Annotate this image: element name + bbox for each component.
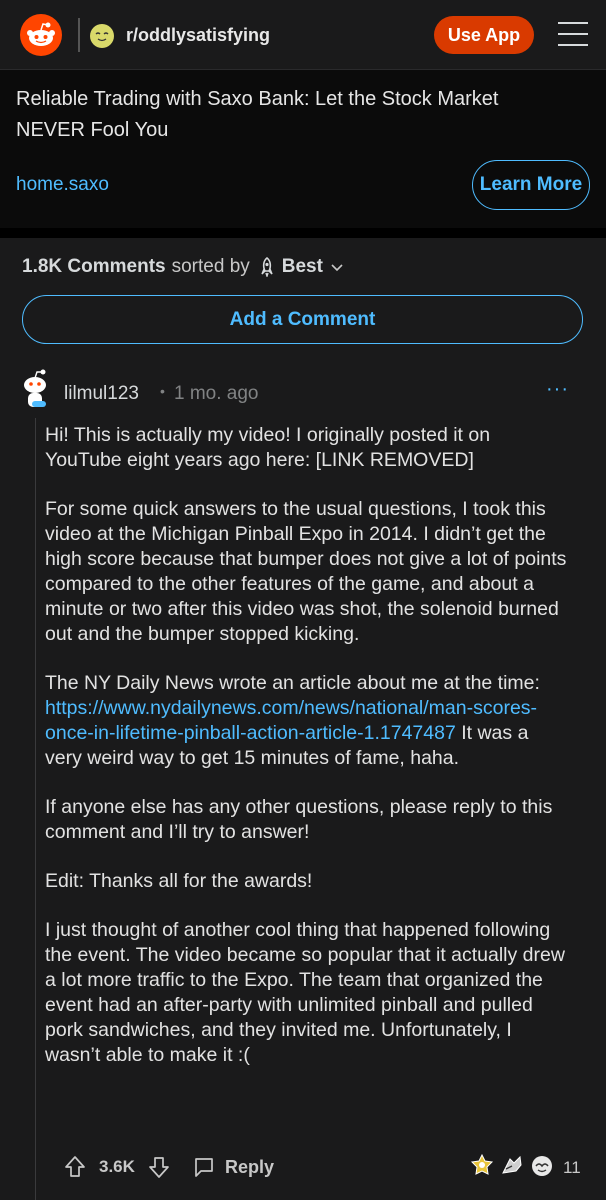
sort-option[interactable]: Best bbox=[282, 256, 323, 278]
meta-separator: • bbox=[160, 383, 165, 399]
subreddit-icon[interactable] bbox=[90, 24, 114, 48]
ad-domain[interactable]: home.saxo bbox=[16, 174, 109, 196]
thread-line[interactable] bbox=[35, 418, 36, 1200]
comment-timestamp: 1 mo. ago bbox=[174, 383, 259, 404]
top-bar: r/oddlysatisfying Use App bbox=[0, 0, 606, 70]
reddit-logo-icon[interactable] bbox=[20, 14, 62, 56]
comment-author[interactable]: lilmul123 bbox=[64, 383, 139, 405]
comment-paragraph: For some quick answers to the usual ques… bbox=[45, 498, 567, 645]
downvote-icon[interactable] bbox=[148, 1155, 170, 1179]
comments-section: 1.8K Comments sorted by Best Add a Comme… bbox=[0, 238, 606, 1200]
award-count: 11 bbox=[563, 1158, 581, 1177]
ad-title[interactable]: Reliable Trading with Saxo Bank: Let the… bbox=[16, 84, 536, 146]
comment-paragraph: The NY Daily News wrote an article about… bbox=[45, 671, 570, 771]
menu-icon[interactable] bbox=[558, 22, 588, 46]
use-app-button[interactable]: Use App bbox=[434, 16, 534, 54]
add-comment-button[interactable]: Add a Comment bbox=[22, 295, 583, 344]
sorted-by-label: sorted by bbox=[171, 256, 250, 277]
comment-paragraph: Edit: Thanks all for the awards! bbox=[45, 870, 313, 892]
comment-actions: 3.6K Reply 11 bbox=[0, 1153, 606, 1183]
comment-paragraph: I just thought of another cool thing tha… bbox=[45, 919, 565, 1066]
rocket-icon bbox=[261, 257, 273, 277]
vote-score: 3.6K bbox=[99, 1157, 135, 1176]
learn-more-button[interactable]: Learn More bbox=[472, 160, 590, 210]
comment-text: The NY Daily News wrote an article about… bbox=[45, 672, 540, 694]
comments-sort-bar[interactable]: 1.8K Comments sorted by Best bbox=[22, 256, 343, 278]
award-icon[interactable] bbox=[470, 1153, 494, 1179]
award-icon[interactable] bbox=[500, 1153, 524, 1179]
comment-count: 1.8K Comments bbox=[22, 256, 166, 277]
avatar[interactable] bbox=[18, 366, 52, 410]
chevron-down-icon[interactable] bbox=[331, 259, 343, 275]
subreddit-name[interactable]: r/oddlysatisfying bbox=[126, 25, 270, 46]
award-icon[interactable] bbox=[530, 1153, 554, 1179]
header-divider bbox=[78, 18, 80, 52]
comment-paragraph: Hi! This is actually my video! I origina… bbox=[45, 424, 491, 471]
promoted-ad[interactable]: Reliable Trading with Saxo Bank: Let the… bbox=[0, 70, 606, 228]
reply-button[interactable]: Reply bbox=[225, 1157, 274, 1178]
reply-icon[interactable] bbox=[193, 1156, 215, 1178]
comment-paragraph: If anyone else has any other questions, … bbox=[45, 796, 553, 843]
comment-body: Hi! This is actually my video! I origina… bbox=[45, 423, 570, 1092]
more-options-icon[interactable]: ··· bbox=[546, 378, 569, 401]
upvote-icon[interactable] bbox=[64, 1155, 86, 1179]
